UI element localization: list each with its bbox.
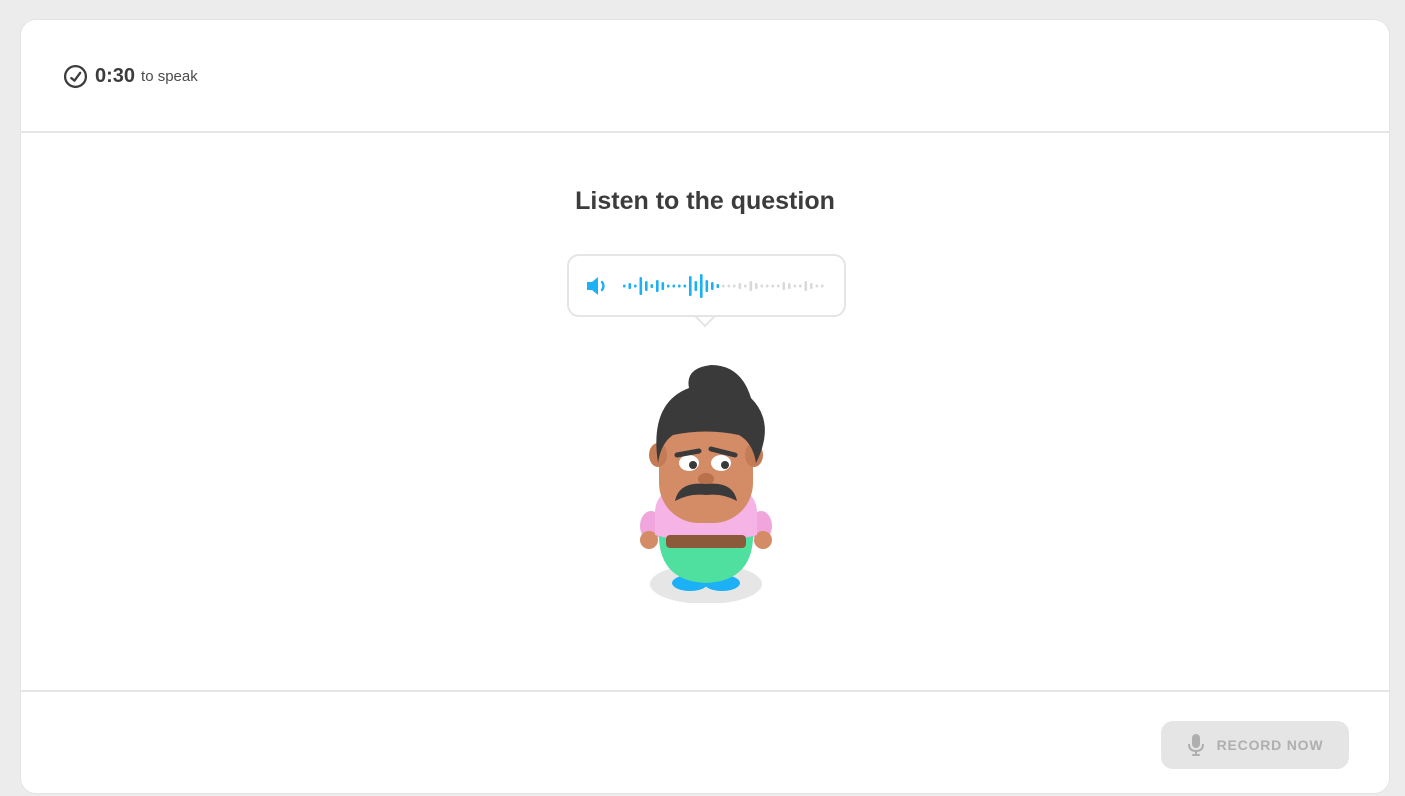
waveform-bar [678,284,681,288]
character-illustration [640,365,772,603]
question-card: 0:30 to speak Listen to the question REC… [20,19,1390,794]
audio-waveform[interactable] [619,268,834,304]
waveform-bar [804,281,808,291]
microphone-icon [1187,734,1204,756]
waveform-bar [722,284,725,288]
speak-timer: 0:30 to speak [63,64,198,89]
waveform-bar [661,282,665,290]
waveform-bar [788,283,791,289]
card-header: 0:30 to speak [21,20,1389,133]
waveform-bar [749,281,753,291]
waveform-bar [777,284,780,288]
waveform-bar [810,283,813,289]
speaker-icon [587,277,605,295]
waveform-bar [799,284,802,288]
waveform-bar [755,283,758,289]
stopwatch-icon [63,64,88,89]
waveform-bar [793,284,797,288]
waveform-bar [628,283,632,289]
question-area: Listen to the question [21,133,1389,690]
waveform-bar [727,284,731,288]
card-footer: RECORD NOW [21,690,1389,793]
waveform-bar [716,284,720,288]
waveform-bar [683,284,687,288]
audio-play-button[interactable] [567,254,846,317]
timer-value: 0:30 [95,65,136,87]
record-now-button[interactable]: RECORD NOW [1161,721,1349,769]
waveform-bar [738,283,742,289]
record-button-label: RECORD NOW [1216,737,1324,753]
waveform-bar [711,282,714,290]
waveform-bar [656,280,659,292]
waveform-bar [645,281,648,291]
waveform-bar [650,284,654,288]
waveform-bar [689,276,692,296]
waveform-bar [694,281,698,291]
waveform-bar [815,284,819,288]
waveform-bar [639,277,643,295]
waveform-bar [821,284,824,288]
waveform-bar [744,284,747,288]
timer-suffix: to speak [141,68,198,85]
waveform-bar [771,284,775,288]
waveform-bar [672,284,676,288]
waveform-bar [634,284,637,288]
waveform-bar [766,284,769,288]
waveform-bar [667,284,670,288]
waveform-bar [733,284,736,288]
waveform-bar [700,274,703,298]
waveform-bar [760,284,764,288]
page-title: Listen to the question [575,187,835,215]
waveform-bar [782,282,786,290]
waveform-bar [623,284,626,288]
waveform-bar [705,280,709,292]
